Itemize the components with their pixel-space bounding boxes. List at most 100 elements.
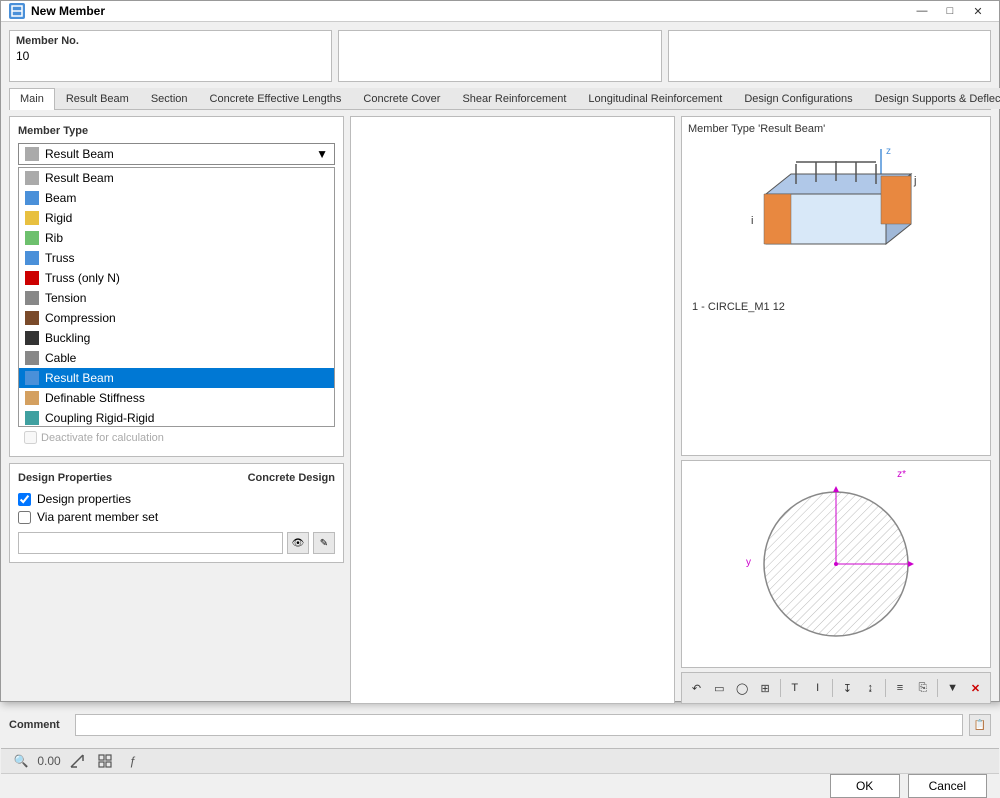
- circle-svg: [756, 484, 916, 644]
- deactivate-checkbox[interactable]: [24, 431, 37, 444]
- rt-scale-btn[interactable]: ↨: [860, 676, 881, 700]
- tab-design-configurations[interactable]: Design Configurations: [733, 88, 863, 109]
- result-beam-title: Member Type 'Result Beam': [688, 123, 984, 135]
- tab-result-beam[interactable]: Result Beam: [55, 88, 140, 109]
- member-type-title: Member Type: [18, 125, 335, 137]
- design-props-title: Design Properties: [18, 472, 112, 484]
- selected-color-box: [25, 147, 39, 161]
- rt-select-btn[interactable]: ↶: [686, 676, 707, 700]
- list-item[interactable]: Truss (only N): [19, 268, 334, 288]
- dropdown-arrow: ▼: [316, 147, 328, 161]
- formula-button[interactable]: ƒ: [121, 749, 145, 773]
- tab-concrete-effective-lengths[interactable]: Concrete Effective Lengths: [199, 88, 353, 109]
- list-item-result-beam-selected[interactable]: Result Beam: [19, 368, 334, 388]
- main-content: Member Type Result Beam ▼ Result B: [9, 116, 991, 704]
- comment-section: Comment 📋: [9, 710, 991, 740]
- deactivate-label: Deactivate for calculation: [41, 432, 164, 444]
- window-title: New Member: [31, 4, 903, 18]
- section-label: 1 - CIRCLE_M1 12: [688, 299, 984, 315]
- left-panel: Member Type Result Beam ▼ Result B: [9, 116, 344, 704]
- tab-shear-reinforcement[interactable]: Shear Reinforcement: [451, 88, 577, 109]
- field2: [338, 30, 661, 82]
- design-browse-button[interactable]: 👁: [287, 532, 309, 554]
- list-item[interactable]: Definable Stiffness: [19, 388, 334, 408]
- via-parent-check-label: Via parent member set: [37, 510, 158, 524]
- rt-move-btn[interactable]: ↧: [837, 676, 858, 700]
- list-item[interactable]: Buckling: [19, 328, 334, 348]
- dropdown-list: Result Beam Beam Rigid Rib: [18, 167, 335, 427]
- tab-bar: Main Result Beam Section Concrete Effect…: [9, 88, 991, 110]
- content-area: Member No. 10 Main Result Beam Section C…: [1, 22, 999, 748]
- grid-button[interactable]: [93, 749, 117, 773]
- right-panel: Member Type 'Result Beam' z y: [681, 116, 991, 704]
- main-window: New Member ― □ ✕ Member No. 10 Main Resu…: [0, 0, 1000, 702]
- list-item[interactable]: Tension: [19, 288, 334, 308]
- rt-print-btn[interactable]: ⎘: [912, 676, 933, 700]
- rt-separator4: [937, 679, 938, 697]
- rt-rect-btn[interactable]: ▭: [709, 676, 730, 700]
- design-properties-section: Design Properties Concrete Design Design…: [9, 463, 344, 563]
- list-item[interactable]: Beam: [19, 188, 334, 208]
- rt-separator2: [832, 679, 833, 697]
- design-props-subtitle: Concrete Design: [248, 472, 335, 484]
- axis-button[interactable]: [65, 749, 89, 773]
- tab-section[interactable]: Section: [140, 88, 199, 109]
- rt-separator3: [885, 679, 886, 697]
- tab-concrete-cover[interactable]: Concrete Cover: [352, 88, 451, 109]
- close-button[interactable]: ✕: [965, 1, 991, 21]
- tab-longitudinal-reinforcement[interactable]: Longitudinal Reinforcement: [577, 88, 733, 109]
- y-axis-label: y: [746, 557, 751, 568]
- right-toolbar: ↶ ▭ ◯ ⊞ T I ↧ ↨ ≡ ⎘ ▼ ✕: [681, 672, 991, 704]
- rt-grid2-btn[interactable]: ≡: [890, 676, 911, 700]
- design-properties-check-label: Design properties: [37, 492, 131, 506]
- svg-text:z: z: [886, 146, 891, 157]
- member-no-field: Member No. 10: [9, 30, 332, 82]
- app-icon: [9, 3, 25, 19]
- design-text-input[interactable]: [18, 532, 283, 554]
- list-item[interactable]: Result Beam: [19, 168, 334, 188]
- rt-dropdown-btn[interactable]: ▼: [942, 676, 963, 700]
- list-item[interactable]: Compression: [19, 308, 334, 328]
- bottom-bar: 🔍 0.00 ƒ: [1, 748, 999, 773]
- circle-section: z* y: [681, 460, 991, 668]
- comment-copy-button[interactable]: 📋: [969, 714, 991, 736]
- minimize-button[interactable]: ―: [909, 1, 935, 21]
- rt-separator1: [780, 679, 781, 697]
- decimal-button[interactable]: 0.00: [37, 749, 61, 773]
- list-item[interactable]: Truss: [19, 248, 334, 268]
- member-type-dropdown[interactable]: Result Beam ▼: [18, 143, 335, 165]
- design-properties-check-row: Design properties: [18, 492, 335, 506]
- member-type-section: Member Type Result Beam ▼ Result B: [9, 116, 344, 457]
- member-no-label: Member No.: [16, 35, 325, 47]
- top-fields: Member No. 10: [9, 30, 991, 82]
- rt-grid-btn[interactable]: ⊞: [755, 676, 776, 700]
- rt-circle-btn[interactable]: ◯: [732, 676, 753, 700]
- rt-close-btn[interactable]: ✕: [965, 676, 986, 700]
- list-item[interactable]: Rigid: [19, 208, 334, 228]
- tabs-container: Main Result Beam Section Concrete Effect…: [9, 88, 991, 110]
- cancel-button[interactable]: Cancel: [908, 774, 987, 798]
- rt-t-btn[interactable]: T: [784, 676, 805, 700]
- rt-i-btn[interactable]: I: [807, 676, 828, 700]
- deactivate-row: Deactivate for calculation: [18, 427, 335, 448]
- design-props-header: Design Properties Concrete Design: [18, 472, 335, 484]
- via-parent-check-row: Via parent member set: [18, 510, 335, 524]
- svg-text:i: i: [751, 215, 753, 227]
- ok-cancel-bar: OK Cancel: [1, 773, 999, 798]
- design-action-button[interactable]: ✎: [313, 532, 335, 554]
- list-item[interactable]: Coupling Rigid-Rigid: [19, 408, 334, 427]
- comment-label: Comment: [9, 719, 69, 731]
- selected-label: Result Beam: [45, 147, 114, 161]
- list-item[interactable]: Cable: [19, 348, 334, 368]
- member-no-value: 10: [16, 49, 325, 63]
- tab-design-supports-deflection[interactable]: Design Supports & Deflection: [864, 88, 1000, 109]
- via-parent-checkbox[interactable]: [18, 511, 31, 524]
- tab-main[interactable]: Main: [9, 88, 55, 110]
- title-bar: New Member ― □ ✕: [1, 1, 999, 22]
- ok-button[interactable]: OK: [830, 774, 900, 798]
- maximize-button[interactable]: □: [937, 1, 963, 21]
- search-button[interactable]: 🔍: [9, 749, 33, 773]
- design-properties-checkbox[interactable]: [18, 493, 31, 506]
- list-item[interactable]: Rib: [19, 228, 334, 248]
- comment-input[interactable]: [75, 714, 963, 736]
